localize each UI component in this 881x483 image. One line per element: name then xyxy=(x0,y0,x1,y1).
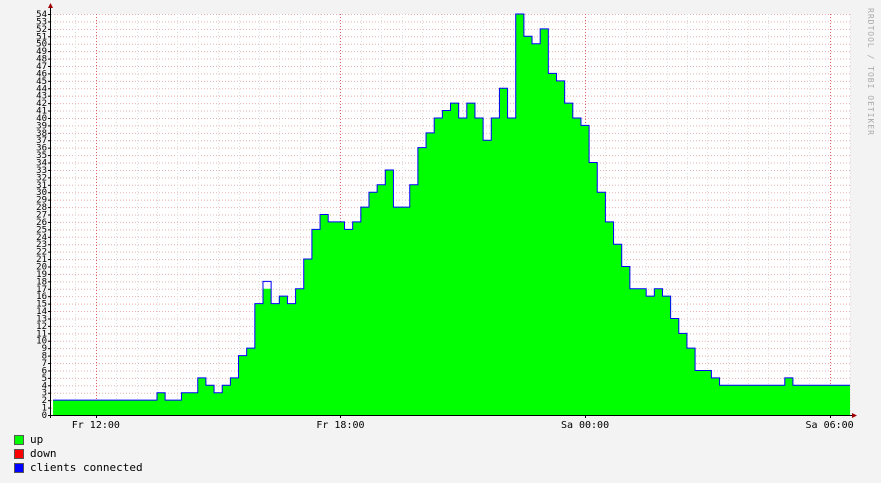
legend-label: down xyxy=(30,447,57,460)
chart-canvas: 0123456789101112131415161718192021222324… xyxy=(36,3,857,431)
legend-swatch xyxy=(14,463,24,473)
legend-label: up xyxy=(30,433,44,446)
x-tick-label: Fr 18:00 xyxy=(316,420,364,431)
y-axis-arrow xyxy=(48,3,53,8)
legend-swatch xyxy=(14,435,24,445)
x-tick-labels: Fr 12:00 Fr 18:00 Sa 00:00 Sa 06:00 xyxy=(72,420,854,431)
x-axis-arrow xyxy=(852,413,857,418)
x-tick-label: Sa 06:00 xyxy=(806,420,854,431)
legend-item: up xyxy=(14,433,143,447)
legend-item: clients connected xyxy=(14,461,143,475)
x-tick-label: Sa 00:00 xyxy=(561,420,609,431)
rrdtool-watermark: RRDTOOL / TOBI OETIKER xyxy=(866,8,875,136)
legend-label: clients connected xyxy=(30,461,143,474)
legend-item: down xyxy=(14,447,143,461)
y-tick-label: 54 xyxy=(36,10,47,20)
y-tick-labels: 0123456789101112131415161718192021222324… xyxy=(36,10,47,421)
legend: up down clients connected xyxy=(14,433,143,475)
x-tick-label: Fr 12:00 xyxy=(72,420,120,431)
legend-swatch xyxy=(14,449,24,459)
